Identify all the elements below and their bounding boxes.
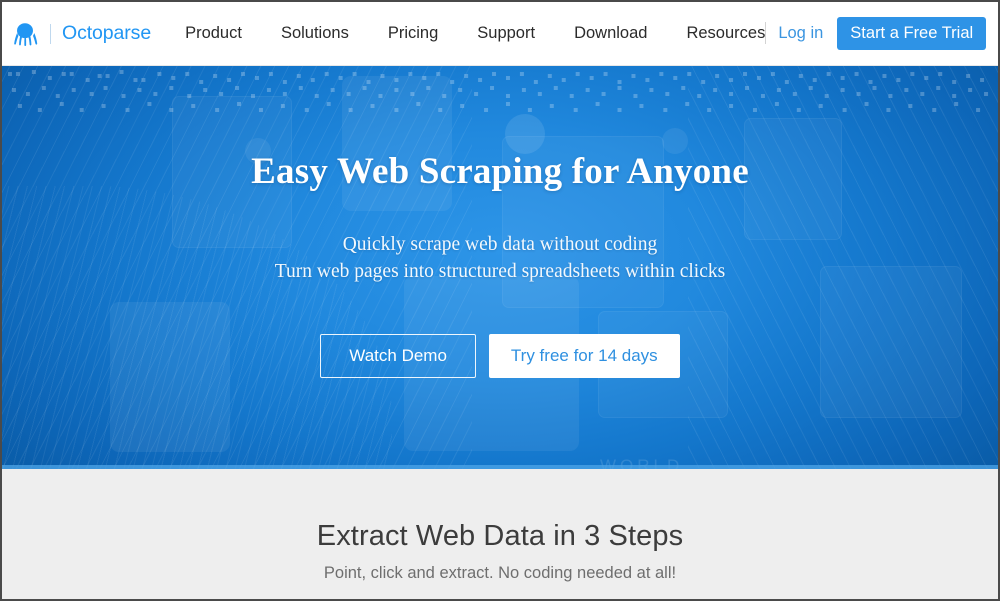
login-link[interactable]: Log in bbox=[778, 24, 823, 43]
site-header: Octoparse Product Solutions Pricing Supp… bbox=[2, 2, 998, 66]
brand-name: Octoparse bbox=[62, 22, 152, 44]
hero-headline: Easy Web Scraping for Anyone bbox=[251, 151, 749, 192]
nav-item-download[interactable]: Download bbox=[574, 20, 647, 47]
hero-cta-group: Watch Demo Try free for 14 days bbox=[2, 334, 998, 378]
nav-item-pricing[interactable]: Pricing bbox=[388, 20, 438, 47]
steps-section: Extract Web Data in 3 Steps Point, click… bbox=[2, 469, 998, 599]
brand-divider bbox=[50, 23, 51, 44]
nav-item-resources[interactable]: Resources bbox=[686, 20, 765, 47]
steps-subtitle: Point, click and extract. No coding need… bbox=[323, 564, 677, 582]
hero-subtitle-line-1: Quickly scrape web data without coding bbox=[342, 234, 658, 255]
try-free-trial-button[interactable]: Try free for 14 days bbox=[488, 334, 680, 378]
hero-section: WORLD Easy Web Scraping for Anyone Quick… bbox=[2, 66, 998, 469]
browser-page: Octoparse Product Solutions Pricing Supp… bbox=[0, 0, 1000, 601]
steps-title: Extract Web Data in 3 Steps bbox=[316, 520, 684, 552]
hero-subtitle-line-2: Turn web pages into structured spreadshe… bbox=[274, 261, 726, 282]
nav-item-solutions[interactable]: Solutions bbox=[281, 20, 349, 47]
header-actions: Log in Start a Free Trial bbox=[765, 16, 987, 51]
header-divider bbox=[765, 22, 767, 45]
nav-item-product[interactable]: Product bbox=[185, 20, 242, 47]
hero-bottom-strip bbox=[2, 465, 998, 469]
brand-logo[interactable]: Octoparse bbox=[6, 19, 151, 49]
start-free-trial-button[interactable]: Start a Free Trial bbox=[837, 16, 987, 51]
octopus-icon bbox=[14, 22, 38, 46]
main-navigation: Product Solutions Pricing Support Downlo… bbox=[185, 20, 765, 47]
hero-content: Easy Web Scraping for Anyone Quickly scr… bbox=[2, 66, 998, 378]
nav-item-support[interactable]: Support bbox=[477, 20, 535, 47]
watch-demo-button[interactable]: Watch Demo bbox=[320, 334, 476, 378]
